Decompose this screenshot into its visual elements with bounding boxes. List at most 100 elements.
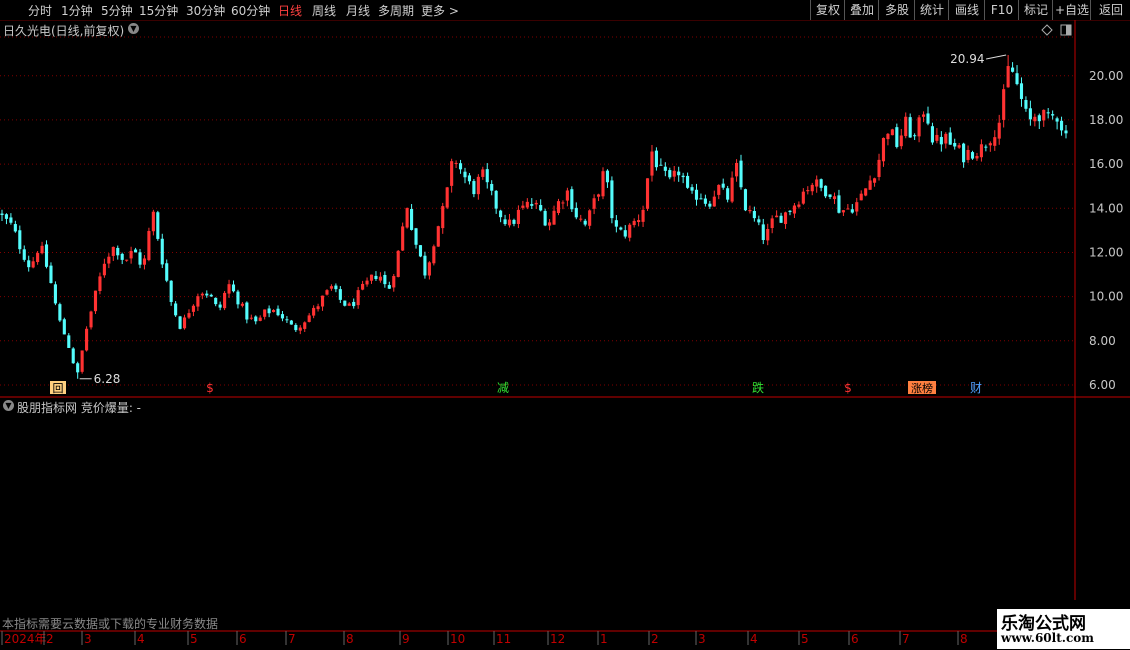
candle-body	[757, 219, 761, 223]
candle-body	[450, 161, 454, 186]
candle-body	[365, 280, 369, 285]
candle-body	[116, 247, 120, 256]
candle-body	[890, 129, 894, 136]
candle-body	[361, 283, 365, 290]
candle-body	[1064, 130, 1068, 134]
event-marker[interactable]: 财	[970, 381, 982, 395]
candle-body	[975, 155, 979, 159]
candle-body	[628, 224, 632, 238]
candle-body	[859, 193, 863, 201]
candle-body	[156, 212, 160, 239]
candle-body	[877, 159, 881, 178]
candle-body	[432, 246, 436, 264]
candle-body	[267, 308, 271, 314]
candle-body	[22, 249, 26, 260]
candle-body	[410, 208, 414, 230]
candle-body	[325, 290, 329, 295]
x-tick-label: 4	[750, 632, 758, 646]
candle-body	[463, 171, 467, 178]
x-tick-label: 3	[84, 632, 92, 646]
x-tick-label: 7	[902, 632, 910, 646]
candle-body	[868, 180, 872, 190]
event-marker[interactable]: 减	[497, 381, 509, 395]
candle-body	[401, 226, 405, 251]
kline-chart[interactable]: 6.00 8.00 10.00 12.00 14.00 16.00 18.00 20.00 20…	[0, 0, 1130, 650]
logo-line-2: www.60lt.com	[1001, 631, 1094, 645]
candle-body	[218, 304, 222, 308]
candle-body	[788, 210, 792, 212]
candle-body	[1042, 109, 1046, 121]
candle-body	[592, 198, 596, 209]
candle-body	[89, 311, 93, 328]
candle-body	[9, 217, 13, 223]
candle-body	[899, 135, 903, 147]
candle-body	[76, 363, 80, 373]
candle-body	[668, 170, 672, 178]
candle-body	[962, 143, 966, 163]
candle-body	[476, 176, 480, 195]
candle-body	[970, 152, 975, 159]
candle-body	[209, 294, 213, 297]
x-tick-label: 5	[190, 632, 198, 646]
x-tick-label: 11	[496, 632, 511, 646]
x-tick-label: 7	[288, 632, 296, 646]
low-label: 6.28	[94, 372, 121, 386]
candle-body	[703, 198, 707, 204]
event-marker[interactable]: 涨榜	[911, 381, 933, 395]
candle-body	[681, 175, 685, 178]
candle-body	[721, 183, 725, 188]
candle-body	[71, 348, 75, 364]
candle-body	[347, 303, 351, 306]
candle-body	[539, 205, 543, 211]
candle-body	[690, 187, 694, 191]
candle-body	[543, 210, 547, 226]
candle-body	[708, 203, 712, 207]
candle-body	[125, 259, 129, 261]
diamond-icon[interactable]	[1041, 24, 1053, 36]
event-marker[interactable]: 跌	[752, 380, 764, 395]
candle-body	[516, 209, 520, 225]
candle-body	[815, 179, 819, 187]
candle-body	[895, 127, 899, 147]
candle-body	[93, 290, 98, 312]
candle-body	[312, 307, 316, 316]
x-tick-label: 6	[239, 632, 247, 646]
candle-body	[133, 249, 138, 253]
candle-body	[730, 177, 734, 202]
candle-body	[120, 253, 124, 260]
event-marker[interactable]: $	[844, 381, 852, 395]
candle-body	[169, 280, 173, 302]
candle-body	[1024, 100, 1028, 109]
candle-body	[418, 245, 423, 257]
candle-body	[298, 327, 302, 331]
candle-body	[178, 316, 182, 329]
y-tick-label: 16.00	[1089, 157, 1123, 171]
candle-body	[356, 290, 360, 306]
x-tick-label: 3	[698, 632, 706, 646]
candle-body	[49, 265, 53, 284]
candle-body	[864, 188, 868, 196]
candle-body	[481, 169, 485, 177]
candle-body	[329, 286, 333, 289]
candle-body	[396, 250, 400, 277]
candle-body	[530, 204, 534, 206]
candle-body	[129, 250, 133, 259]
candle-body	[565, 190, 569, 201]
event-marker[interactable]: 回	[53, 382, 64, 395]
x-tick-label: 10	[450, 632, 465, 646]
candle-body	[165, 263, 169, 281]
chevron-down-icon[interactable]: ▼	[3, 400, 14, 411]
candle-body	[623, 230, 627, 237]
candle-body	[957, 145, 961, 148]
candle-body	[556, 201, 561, 214]
candle-body	[436, 226, 440, 247]
candle-body	[1019, 83, 1024, 99]
candle-body	[632, 220, 636, 226]
event-marker[interactable]: $	[206, 381, 214, 395]
y-tick-label: 6.00	[1089, 378, 1116, 392]
high-label: 20.94	[950, 52, 984, 66]
candle-body	[819, 179, 823, 188]
x-tick-label: 5	[801, 632, 809, 646]
candle-body	[601, 171, 605, 197]
candle-body	[801, 191, 805, 204]
